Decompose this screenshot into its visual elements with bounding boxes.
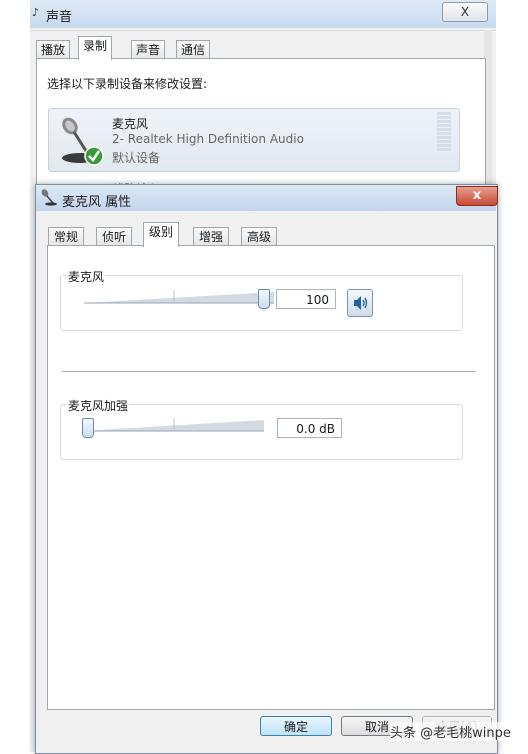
device-name: 麦克风 [112,117,149,131]
tab-enhancements[interactable]: 增强 [193,227,230,246]
boost-slider-track[interactable] [84,418,264,432]
microphone-boost-label: 麦克风加强 [66,397,131,414]
tab-listen[interactable]: 侦听 [96,227,133,246]
microphone-level-value[interactable]: 100 [276,289,336,309]
tab-advanced[interactable]: 高级 [241,227,278,246]
tab-sounds[interactable]: 声音 [131,40,166,59]
boost-level-value[interactable]: 0.0 dB [277,418,342,438]
divider [62,371,476,372]
sound-window-title: 声音 [46,10,73,25]
divider [30,30,496,31]
tab-communications[interactable]: 通信 [176,40,211,59]
tab-general[interactable]: 常规 [48,227,85,246]
level-meter [437,112,451,154]
tab-levels[interactable]: 级别 [143,222,180,247]
instruction-text: 选择以下录制设备来修改设置: [47,77,208,91]
ok-button[interactable]: 确定 [260,716,332,736]
default-check-icon [84,146,104,166]
properties-title: 麦克风 属性 [62,195,132,210]
sound-window-close-button[interactable]: X [442,2,488,22]
microphone-slider-track[interactable] [84,290,274,304]
mute-button[interactable] [347,289,373,317]
speaker-icon [354,296,368,310]
device-description: 2- Realtek High Definition Audio [112,132,304,146]
microphone-level-label: 麦克风 [66,268,107,285]
watermark-text: 头条 @老毛桃winpe [390,722,511,741]
microphone-device-icon [62,117,104,166]
tab-recording[interactable]: 录制 [78,36,113,60]
tab-playback[interactable]: 播放 [36,40,71,59]
device-status: 默认设备 [112,151,161,165]
microphone-slider-thumb[interactable] [258,289,270,309]
boost-slider-thumb[interactable] [82,418,94,438]
sound-tabs: 播放 录制 声音 通信 [36,36,236,60]
speaker-icon: ♪ [32,6,40,19]
microphone-icon [41,189,57,206]
close-button[interactable]: x [456,186,498,206]
sound-window-titlebar [30,0,496,28]
